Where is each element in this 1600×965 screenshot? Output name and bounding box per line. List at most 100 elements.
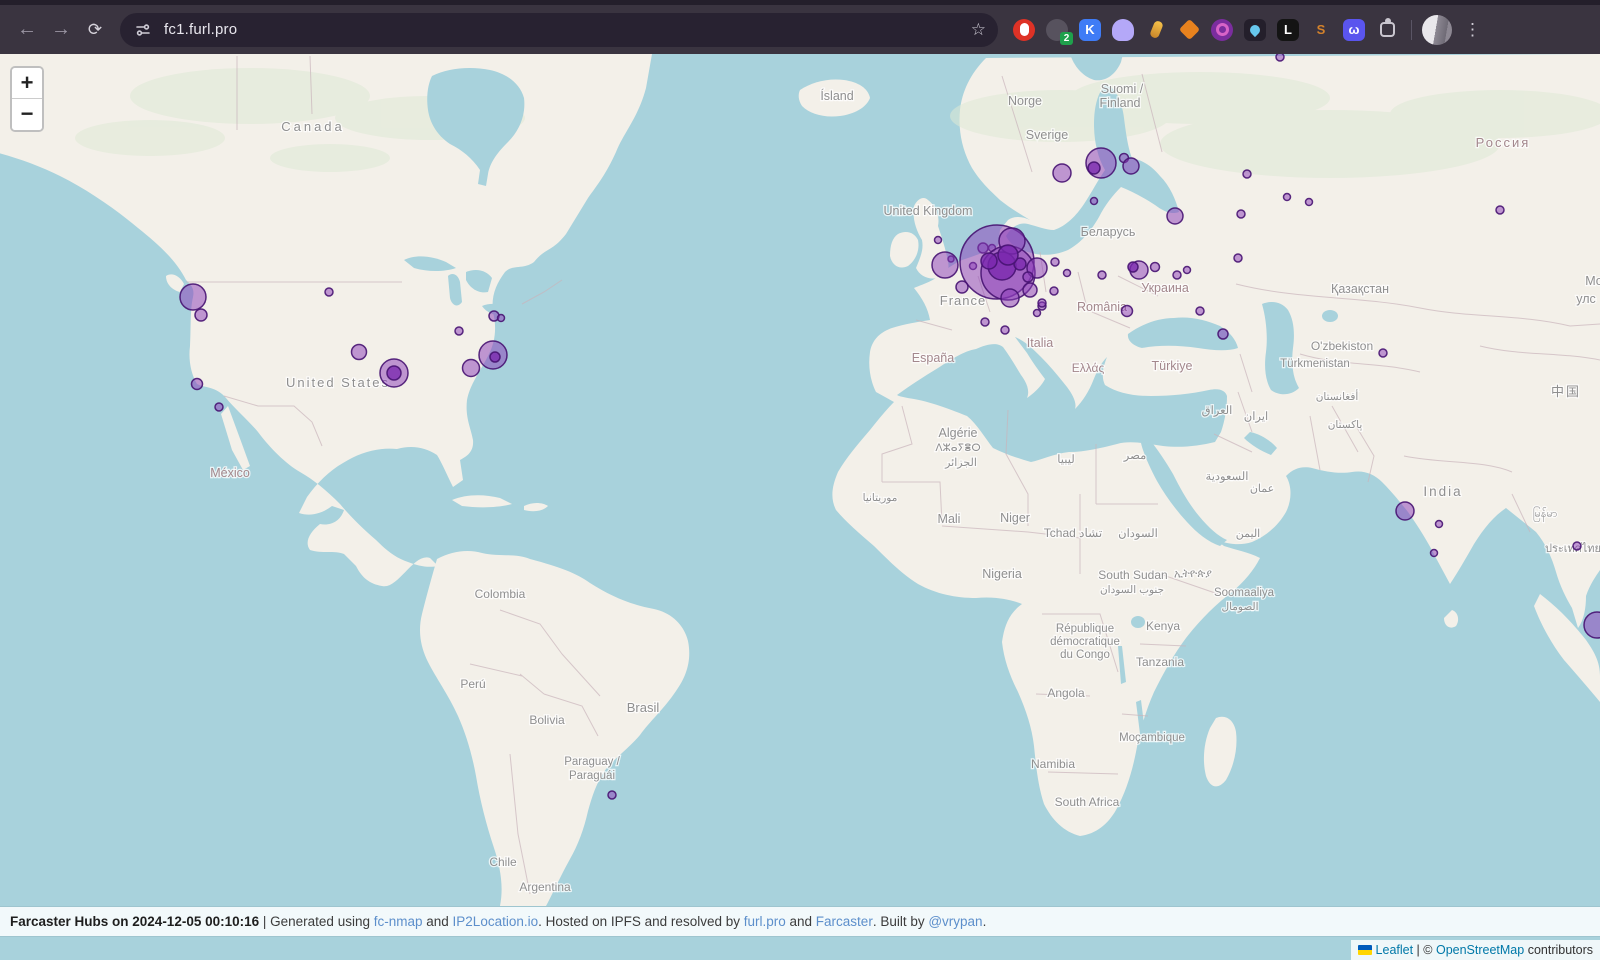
hub-marker[interactable] xyxy=(1050,287,1058,295)
hub-marker[interactable] xyxy=(1396,502,1414,520)
hub-marker[interactable] xyxy=(935,237,942,244)
hub-marker[interactable] xyxy=(1276,54,1284,61)
hub-marker[interactable] xyxy=(1151,263,1160,272)
back-button[interactable]: ← xyxy=(10,13,44,47)
zoom-out-button[interactable]: − xyxy=(12,99,42,130)
hub-marker[interactable] xyxy=(455,327,463,335)
hub-marker[interactable] xyxy=(1123,158,1139,174)
adblock-icon[interactable] xyxy=(1012,18,1036,42)
status-link-fc-nmap[interactable]: fc-nmap xyxy=(374,914,423,929)
hub-marker[interactable] xyxy=(1243,170,1251,178)
hub-marker[interactable] xyxy=(1173,271,1181,279)
rainbow-wallet-icon[interactable] xyxy=(1210,18,1234,42)
shield-badge-icon[interactable]: 2 xyxy=(1045,18,1069,42)
status-link-farcaster[interactable]: Farcaster xyxy=(816,914,873,929)
hub-marker[interactable] xyxy=(1053,164,1071,182)
hub-marker[interactable] xyxy=(1128,262,1138,272)
hub-marker[interactable] xyxy=(998,245,1018,265)
hub-marker[interactable] xyxy=(1218,329,1228,339)
phantom-ghost-icon[interactable] xyxy=(1111,18,1135,42)
hub-marker[interactable] xyxy=(1167,208,1183,224)
hub-marker[interactable] xyxy=(1098,271,1106,279)
hub-marker[interactable] xyxy=(1234,254,1242,262)
sui-drop-icon[interactable] xyxy=(1243,18,1267,42)
map-country-label: ኢትዮጵያ xyxy=(1174,568,1212,580)
hub-marker[interactable] xyxy=(1001,289,1019,307)
hub-marker[interactable] xyxy=(325,288,333,296)
hub-marker[interactable] xyxy=(981,253,997,269)
menu-kebab-icon[interactable]: ⋮ xyxy=(1464,20,1481,40)
map-country-label: أفغانستان xyxy=(1316,389,1359,403)
status-link-furl-pro[interactable]: furl.pro xyxy=(744,914,786,929)
map-country-label: O'zbekiston xyxy=(1311,339,1373,353)
map-country-label: Italia xyxy=(1027,336,1053,350)
kagi-icon[interactable]: K xyxy=(1078,18,1102,42)
map-country-label: Moçambique xyxy=(1119,732,1185,744)
hub-marker[interactable] xyxy=(463,360,480,377)
map-country-label: Ísland xyxy=(820,88,853,103)
hub-marker[interactable] xyxy=(1064,270,1071,277)
hub-marker[interactable] xyxy=(352,345,367,360)
hub-marker[interactable] xyxy=(1001,326,1009,334)
hub-marker[interactable] xyxy=(1023,272,1033,282)
hub-marker[interactable] xyxy=(1091,198,1098,205)
world-map-svg[interactable]: CanadaÍslandNorgeSuomi /FinlandSverigeРо… xyxy=(0,54,1600,960)
reload-button[interactable]: ⟳ xyxy=(78,13,112,47)
hub-marker[interactable] xyxy=(1306,199,1313,206)
map-country-label: Mali xyxy=(938,512,961,526)
hub-marker[interactable] xyxy=(1573,542,1581,550)
bookmark-star-icon[interactable]: ☆ xyxy=(971,20,986,40)
hub-marker[interactable] xyxy=(215,403,223,411)
url-text[interactable]: fc1.furl.pro xyxy=(164,21,237,38)
hub-marker[interactable] xyxy=(1284,194,1291,201)
extensions-puzzle-icon[interactable] xyxy=(1375,18,1399,42)
hub-marker[interactable] xyxy=(192,379,203,390)
map-country-label: United Kingdom xyxy=(884,204,973,218)
map-country-label: Tanzania xyxy=(1136,655,1184,669)
address-bar[interactable]: fc1.furl.pro ☆ xyxy=(120,13,998,47)
attribution-bar: Leaflet | © OpenStreetMap contributors xyxy=(1351,940,1600,960)
map-country-label: Ελλάς xyxy=(1072,361,1105,375)
hub-marker[interactable] xyxy=(1023,283,1037,297)
status-link--vrypan[interactable]: @vrypan xyxy=(928,914,982,929)
hub-marker[interactable] xyxy=(1122,306,1133,317)
hub-marker[interactable] xyxy=(1496,206,1504,214)
status-text: . Built by xyxy=(873,914,929,929)
leaflet-link[interactable]: Leaflet xyxy=(1376,943,1414,957)
hub-marker[interactable] xyxy=(608,791,616,799)
status-link-ip2location-io[interactable]: IP2Location.io xyxy=(453,914,539,929)
map-canvas[interactable]: CanadaÍslandNorgeSuomi /FinlandSverigeРо… xyxy=(0,54,1600,960)
hub-marker[interactable] xyxy=(1184,267,1191,274)
browser-toolbar: ← → ⟳ fc1.furl.pro ☆ 2K LSω ⋮ xyxy=(0,0,1600,54)
hub-marker[interactable] xyxy=(1034,310,1041,317)
hub-marker[interactable] xyxy=(1051,258,1059,266)
cat-wallet-icon[interactable]: ω xyxy=(1342,18,1366,42)
hub-marker[interactable] xyxy=(1088,162,1100,174)
hub-marker[interactable] xyxy=(498,315,505,322)
solflare-icon[interactable]: S xyxy=(1309,18,1333,42)
map-country-label: Bolivia xyxy=(529,713,565,727)
hub-marker[interactable] xyxy=(932,252,958,278)
hub-marker[interactable] xyxy=(1038,299,1046,307)
hub-marker[interactable] xyxy=(387,366,401,380)
hub-marker[interactable] xyxy=(1379,349,1387,357)
hub-marker[interactable] xyxy=(195,309,207,321)
site-settings-icon[interactable] xyxy=(132,19,154,41)
forward-button[interactable]: → xyxy=(44,13,78,47)
map-country-label: Sverige xyxy=(1026,128,1068,142)
gold-tool-icon[interactable] xyxy=(1144,18,1168,42)
lens-l-icon[interactable]: L xyxy=(1276,18,1300,42)
hub-marker[interactable] xyxy=(180,284,206,310)
zoom-in-button[interactable]: + xyxy=(12,68,42,99)
profile-avatar[interactable] xyxy=(1422,15,1452,45)
openstreetmap-link[interactable]: OpenStreetMap xyxy=(1436,943,1524,957)
hub-marker[interactable] xyxy=(1431,550,1438,557)
hub-marker[interactable] xyxy=(981,318,989,326)
map-country-label: موريتانيا xyxy=(863,492,898,504)
metamask-fox-icon[interactable] xyxy=(1177,18,1201,42)
hub-marker[interactable] xyxy=(490,352,500,362)
hub-marker[interactable] xyxy=(1196,307,1204,315)
leaflet-zoom-control: + − xyxy=(10,66,44,132)
hub-marker[interactable] xyxy=(1436,521,1443,528)
hub-marker[interactable] xyxy=(1237,210,1245,218)
